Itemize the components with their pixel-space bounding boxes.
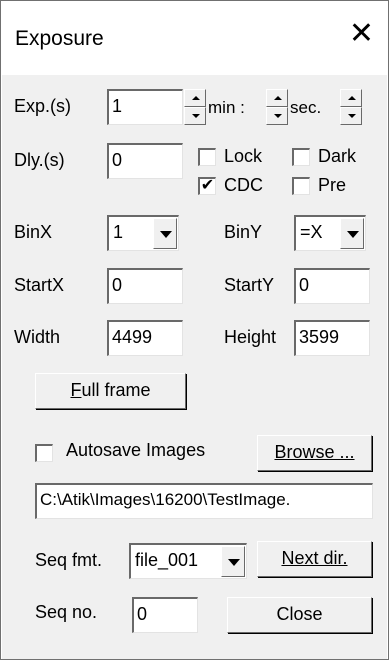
autosave-checkbox[interactable] — [35, 444, 53, 462]
exposure-sec-spinner[interactable] — [266, 89, 288, 125]
spin-down-icon[interactable] — [266, 107, 288, 125]
delay-label: Dly.(s) — [14, 150, 65, 170]
min-label: min : — [208, 98, 245, 117]
dark-checkbox[interactable] — [292, 148, 310, 166]
binx-label: BinX — [14, 222, 53, 242]
exposure-dialog: Exposure ✕ Exp.(s) 1 min : sec. Dly.(s) … — [0, 0, 389, 660]
full-frame-mnemonic: F — [70, 380, 82, 400]
binx-value: 1 — [113, 222, 124, 242]
exposure-min-spinner[interactable] — [184, 89, 206, 125]
pre-label: Pre — [318, 175, 347, 195]
width-field[interactable]: 4499 — [107, 320, 183, 356]
chevron-down-icon[interactable] — [340, 218, 364, 249]
next-dir-button[interactable]: Next dir. — [257, 541, 372, 577]
sec-label: sec. — [290, 98, 322, 117]
seq-no-label: Seq no. — [35, 602, 98, 622]
cdc-label: CDC — [224, 175, 263, 195]
seq-fmt-value: file_001 — [135, 550, 199, 570]
next-dir-label: Next dir. — [281, 548, 348, 568]
seq-no-field[interactable]: 0 — [132, 597, 198, 633]
browse-button[interactable]: Browse ... — [257, 435, 372, 471]
pre-checkbox[interactable] — [292, 177, 310, 195]
seq-fmt-label: Seq fmt. — [35, 550, 103, 570]
startx-label: StartX — [14, 275, 65, 295]
chevron-down-icon[interactable] — [221, 546, 245, 577]
cdc-checkbox[interactable]: ✔ — [198, 177, 216, 195]
startx-field[interactable]: 0 — [107, 268, 183, 304]
full-frame-button[interactable]: Full frame — [35, 373, 186, 409]
spin-up-icon[interactable] — [266, 89, 288, 107]
spin-up-icon[interactable] — [340, 89, 362, 107]
lock-label: Lock — [224, 146, 263, 166]
spin-down-icon[interactable] — [340, 107, 362, 125]
height-field[interactable]: 3599 — [294, 320, 370, 356]
width-label: Width — [14, 327, 61, 347]
title-bar: Exposure ✕ — [1, 1, 388, 75]
dialog-body: Exp.(s) 1 min : sec. Dly.(s) 0 Lock Dark… — [2, 75, 387, 659]
full-frame-label: ull frame — [81, 380, 151, 400]
seq-fmt-dropdown[interactable]: file_001 — [129, 543, 247, 579]
binx-dropdown[interactable]: 1 — [107, 215, 179, 251]
lock-checkbox[interactable] — [198, 148, 216, 166]
checkmark-icon: ✔ — [200, 177, 215, 194]
exposure-label: Exp.(s) — [14, 96, 72, 116]
chevron-down-icon[interactable] — [153, 218, 177, 249]
dark-label: Dark — [318, 146, 357, 166]
biny-value: =X — [300, 222, 323, 242]
biny-label: BinY — [224, 222, 263, 242]
biny-dropdown[interactable]: =X — [294, 215, 366, 251]
delay-field[interactable]: 0 — [107, 143, 183, 179]
starty-label: StartY — [224, 275, 275, 295]
starty-field[interactable]: 0 — [294, 268, 370, 304]
spin-down-icon[interactable] — [184, 107, 206, 125]
dialog-title: Exposure — [15, 27, 104, 50]
path-field[interactable]: C:\Atik\Images\16200\TestImage. — [35, 483, 373, 519]
close-button[interactable]: Close — [227, 597, 372, 633]
height-label: Height — [224, 327, 277, 347]
autosave-label: Autosave Images — [66, 440, 206, 460]
browse-label: Browse ... — [274, 442, 355, 462]
spin-up-icon[interactable] — [184, 89, 206, 107]
close-icon[interactable]: ✕ — [349, 19, 374, 49]
exposure-frac-spinner[interactable] — [340, 89, 362, 125]
exposure-field[interactable]: 1 — [107, 89, 183, 125]
